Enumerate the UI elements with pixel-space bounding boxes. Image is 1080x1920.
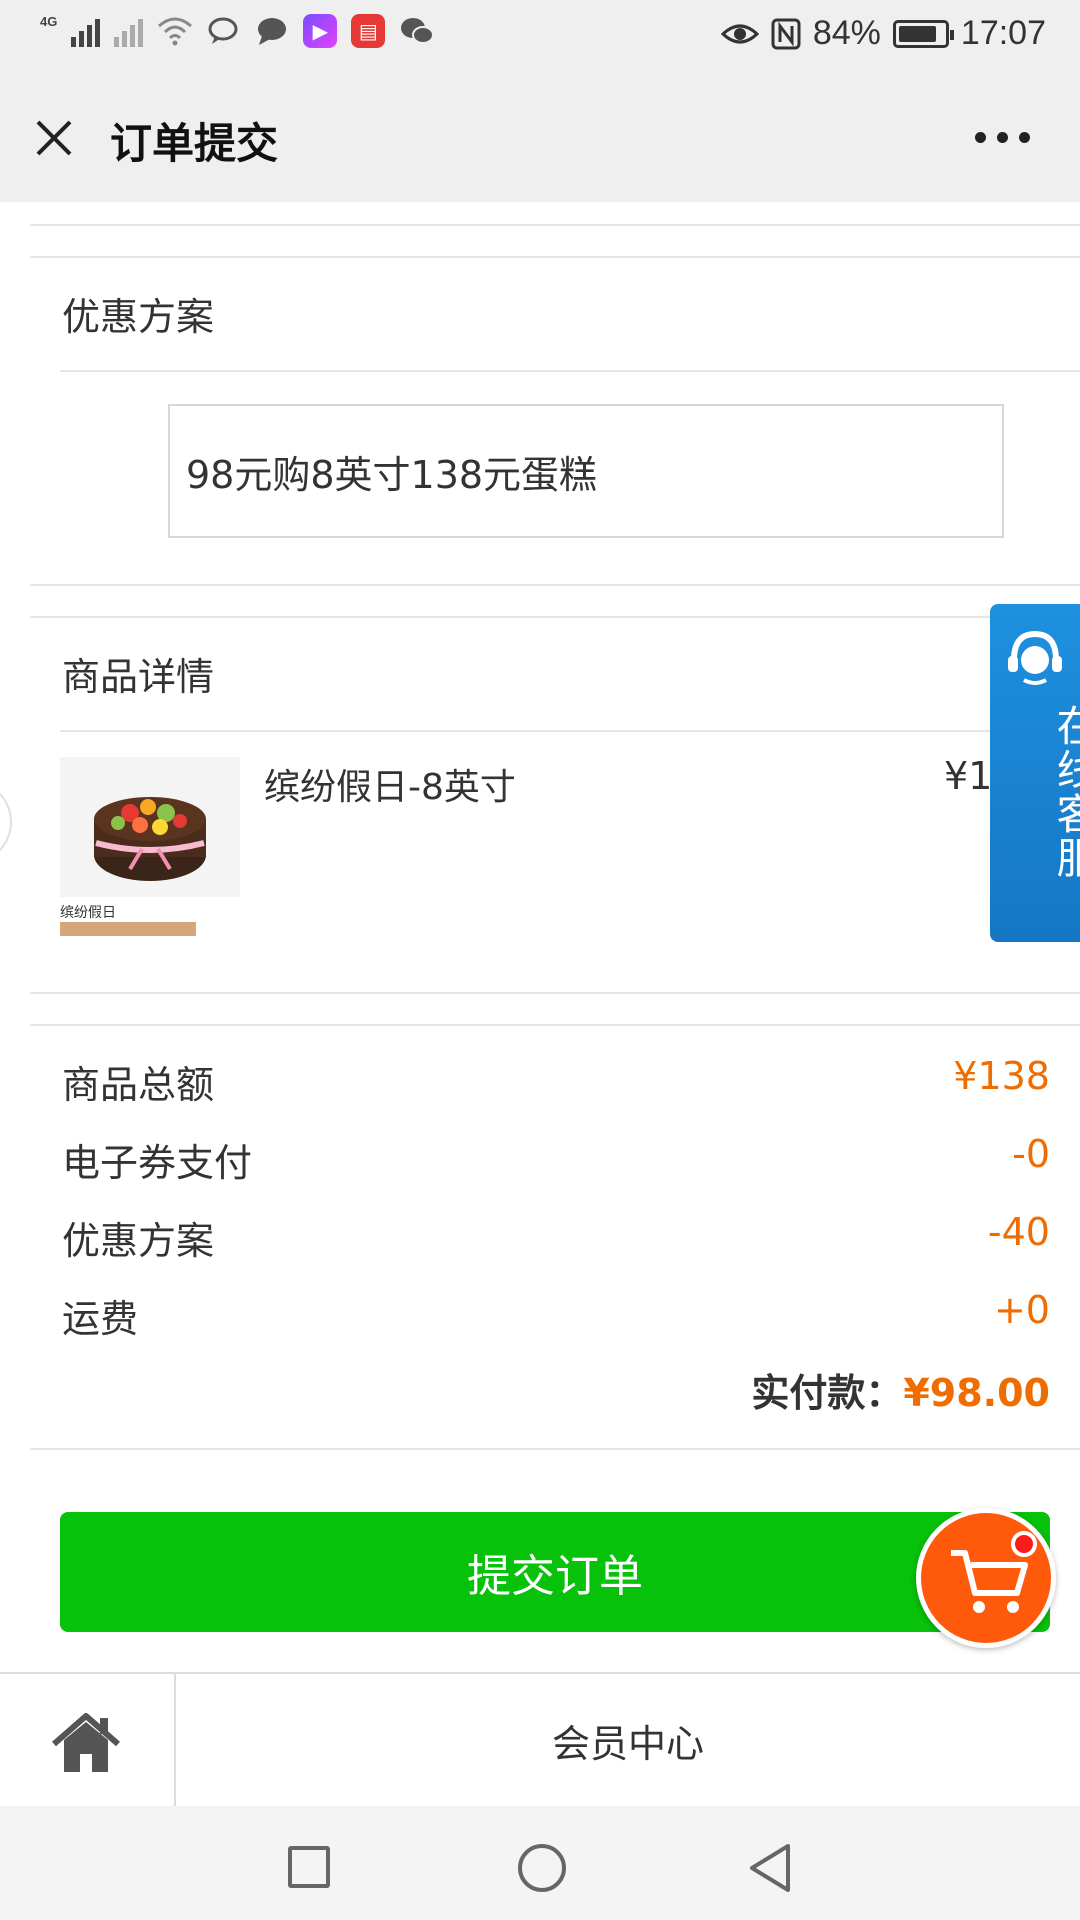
reader-app-icon: ▤ [351, 14, 386, 48]
amount-due-label: 实付款： [751, 1371, 904, 1415]
divider [60, 730, 1080, 732]
amount-due: 实付款：¥98.00 [751, 1362, 1050, 1417]
summary-value: +0 [993, 1288, 1050, 1332]
close-icon[interactable] [32, 116, 76, 160]
summary-label: 运费 [62, 1297, 139, 1341]
system-nav-bar [0, 1806, 1080, 1920]
main-content: 优惠方案 98元购8英寸138元蛋糕 商品详情 缤纷假日 缤纷假日-8英寸 ¥1 [0, 202, 1080, 1672]
summary-row-shipping: 运费 +0 [62, 1288, 1050, 1348]
wifi-icon [158, 17, 193, 46]
product-name: 缤纷假日-8英寸 [264, 767, 516, 808]
summary-row-promotion: 优惠方案 -40 [62, 1210, 1050, 1270]
promotion-section-title: 优惠方案 [62, 295, 215, 339]
divider [30, 1448, 1080, 1450]
page-title: 订单提交 [110, 119, 279, 168]
amount-due-value: ¥98.00 [903, 1371, 1050, 1415]
divider [30, 1024, 1080, 1026]
title-bar: 订单提交 [0, 74, 1080, 202]
floating-cart-button[interactable] [916, 1508, 1056, 1648]
clock: 17:07 [960, 14, 1046, 52]
bottom-nav: 会员中心 [0, 1672, 1080, 1806]
battery-percent: 84% [812, 14, 881, 52]
home-tab[interactable] [0, 1674, 176, 1806]
product-section-title: 商品详情 [62, 655, 215, 699]
summary-row-total: 商品总额 ¥138 [62, 1054, 1050, 1114]
status-bar: 4G ▶ ▤ 84% 17:07 [0, 0, 1080, 74]
home-nav-icon[interactable] [518, 1844, 566, 1892]
chat-bubble-outline-icon [208, 17, 238, 44]
message-icon [258, 18, 287, 45]
online-service-button[interactable]: 在线客服 [990, 604, 1080, 942]
home-icon [52, 1713, 120, 1772]
signal-2-icon [114, 15, 144, 47]
more-icon[interactable] [975, 132, 1030, 143]
product-image-tag [60, 922, 196, 936]
summary-row-voucher: 电子券支付 -0 [62, 1132, 1050, 1192]
summary-value: -0 [1012, 1132, 1050, 1176]
divider [30, 256, 1080, 258]
divider [30, 224, 1080, 226]
summary-value: -40 [987, 1210, 1050, 1254]
nfc-icon [771, 18, 801, 49]
product-image-caption: 缤纷假日 [60, 905, 116, 921]
floating-edge-button[interactable] [0, 780, 12, 864]
summary-label: 电子券支付 [62, 1141, 253, 1185]
divider [60, 370, 1080, 372]
wechat-icon [401, 18, 435, 44]
promotion-select[interactable]: 98元购8英寸138元蛋糕 [168, 404, 1004, 538]
summary-value: ¥138 [953, 1054, 1050, 1098]
summary-label: 优惠方案 [62, 1219, 215, 1263]
member-center-tab[interactable]: 会员中心 [176, 1674, 1080, 1806]
back-icon[interactable] [746, 1842, 796, 1894]
status-right-icons: 84% 17:07 [720, 14, 1046, 53]
eye-icon [720, 24, 759, 43]
signal-icon [71, 15, 101, 47]
network-type: 4G [40, 14, 58, 29]
submit-order-button[interactable]: 提交订单 [60, 1512, 1050, 1632]
divider [30, 992, 1080, 994]
recent-apps-icon[interactable] [288, 1846, 330, 1888]
promotion-select-value: 98元购8英寸138元蛋糕 [186, 452, 598, 497]
status-left-icons: 4G ▶ ▤ [40, 14, 435, 48]
battery-icon [892, 19, 954, 48]
cart-badge [1011, 1531, 1037, 1557]
online-service-label: 在线客服 [1050, 704, 1080, 880]
divider [30, 616, 1080, 618]
headset-icon [1008, 630, 1062, 685]
summary-label: 商品总额 [62, 1063, 215, 1107]
video-app-icon: ▶ [303, 14, 338, 48]
product-price: ¥1 [944, 754, 993, 798]
divider [30, 584, 1080, 586]
